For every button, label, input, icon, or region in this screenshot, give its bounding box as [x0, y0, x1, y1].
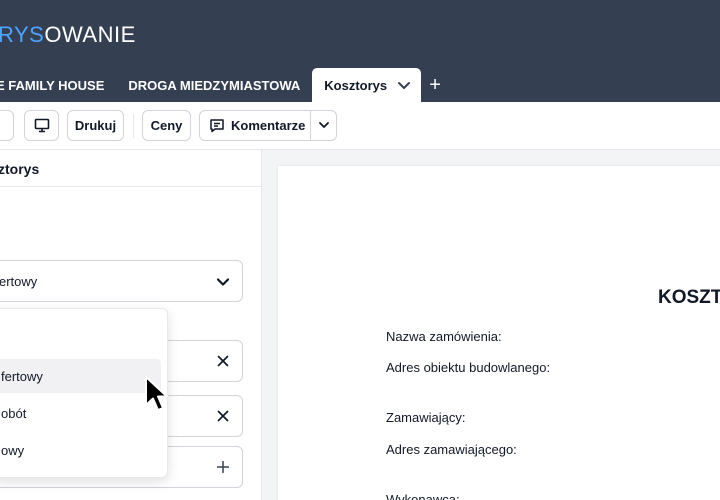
tab-kosztorys[interactable]: Kosztorys — [312, 68, 422, 102]
document-page: KOSZT Nazwa zamówienia: Adres obiektu bu… — [278, 166, 720, 500]
logo-accent: RYS — [0, 22, 45, 47]
toolbar-button-cut[interactable] — [0, 110, 14, 141]
tab-droga-miedzymiastowa[interactable]: DROGA MIEDZYMIASTOWA — [116, 68, 312, 102]
panel-title: ztorys — [0, 161, 40, 177]
field-wykonawca: Wykonawca: — [386, 492, 460, 500]
project-tabs: E FAMILY HOUSE DROGA MIEDZYMIASTOWA Kosz… — [0, 68, 449, 102]
add-tab-button[interactable]: + — [421, 68, 449, 102]
logo-rest: OWANIE — [44, 22, 136, 47]
plus-icon[interactable] — [216, 460, 230, 478]
chevron-down-icon — [216, 275, 230, 294]
field-nazwa-zamowienia: Nazwa zamówienia: — [386, 329, 502, 344]
select-value: ertowy — [0, 274, 38, 289]
field-zamawiajacy: Zamawiający: — [386, 410, 466, 425]
toolbar: Drukuj Ceny Komentarze — [0, 102, 720, 150]
document-preview-area: KOSZT Nazwa zamówienia: Adres obiektu bu… — [262, 150, 720, 500]
print-button[interactable]: Drukuj — [67, 110, 124, 141]
chevron-down-icon[interactable] — [318, 119, 330, 131]
dropdown-option[interactable]: owy — [0, 433, 161, 467]
app-header: RYSOWANIE E FAMILY HOUSE DROGA MIEDZYMIA… — [0, 0, 720, 102]
template-dropdown-menu: fertowy obót owy — [0, 308, 168, 478]
tab-label: E FAMILY HOUSE — [0, 77, 105, 93]
monitor-button[interactable] — [24, 110, 59, 141]
comments-button[interactable]: Komentarze — [231, 118, 305, 133]
split-divider — [310, 111, 311, 140]
tab-label: Kosztorys — [324, 77, 388, 93]
template-select[interactable]: ertowy — [0, 260, 243, 302]
document-title: KOSZT — [658, 287, 720, 308]
dropdown-option[interactable]: obót — [0, 396, 161, 430]
mouse-pointer-icon — [144, 375, 170, 418]
dropdown-option[interactable]: fertowy — [0, 359, 161, 393]
monitor-icon — [34, 118, 50, 133]
comment-icon — [209, 118, 225, 133]
close-icon[interactable] — [217, 409, 229, 427]
prices-button[interactable]: Ceny — [142, 110, 191, 141]
app-logo[interactable]: RYSOWANIE — [0, 22, 136, 48]
panel-divider — [0, 186, 261, 187]
tab-family-house[interactable]: E FAMILY HOUSE — [0, 68, 116, 102]
chevron-down-icon[interactable] — [397, 78, 411, 92]
field-adres-obiektu: Adres obiektu budowlanego: — [386, 360, 551, 375]
tab-label: DROGA MIEDZYMIASTOWA — [128, 77, 301, 93]
comments-button-group: Komentarze — [199, 110, 337, 141]
close-icon[interactable] — [217, 354, 229, 372]
toolbar-divider — [133, 114, 134, 138]
field-adres-zamawiajacego: Adres zamawiającego: — [386, 442, 517, 457]
